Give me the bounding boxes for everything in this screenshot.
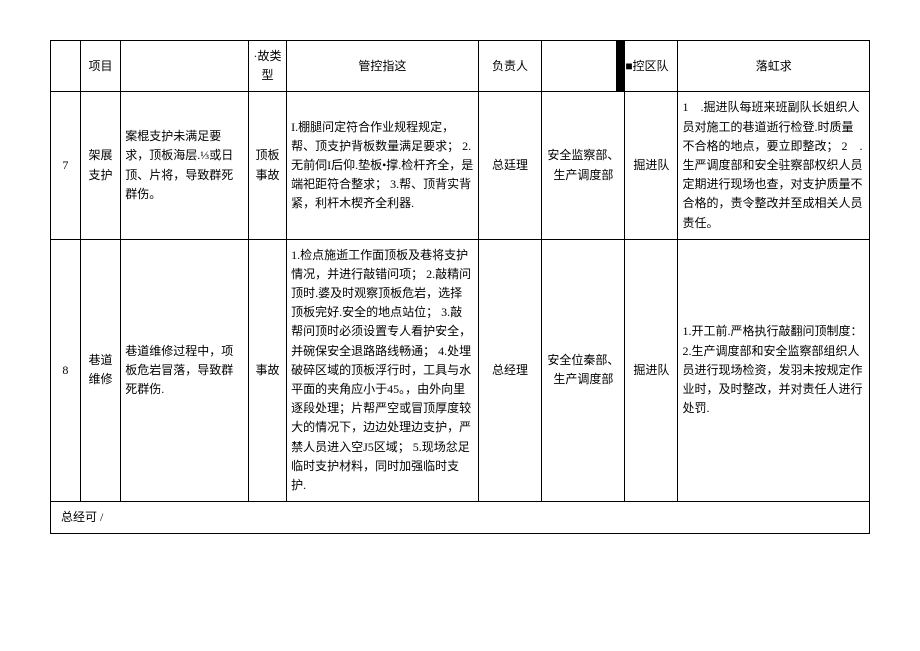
- header-blank-num: [51, 41, 81, 92]
- row-risk-desc: 案棍支护未满足要求，顶板海层.⅓或日顶、片将，导致群死群伤。: [121, 92, 249, 239]
- row-department: 安全位秦部、生产调度部: [542, 239, 625, 501]
- header-team: ■控区队: [625, 41, 678, 92]
- row-team: 掘进队: [625, 92, 678, 239]
- row-project: 架展支护: [80, 92, 120, 239]
- row-requirement: 1 .掘进队每班来班副队长姐织人员对施工的巷道逝行检登.时质量不合格的地点，要立…: [678, 92, 870, 239]
- risk-control-table: 项目 ·故类型 管控指这 负责人 ■控区队 落虹求 7 架展支护 案棍支护未满足…: [50, 40, 870, 534]
- row-num: 8: [51, 239, 81, 501]
- row-project: 巷道维修: [80, 239, 120, 501]
- table-footer-row: 总经可 /: [51, 502, 870, 534]
- row-type: 顶板事故: [248, 92, 286, 239]
- row-type: 事故: [248, 239, 286, 501]
- row-control: I.棚腿问定符合作业规程规定，帮、顶支护背板数量满足要求； 2.无前伺I后仰.垫…: [287, 92, 478, 239]
- header-type: ·故类型: [248, 41, 286, 92]
- header-control: 管控指这: [287, 41, 478, 92]
- row-risk-desc: 巷道维修过程中，项板危岩冒落，导致群死群伤.: [121, 239, 249, 501]
- header-responsible: 负责人: [478, 41, 542, 92]
- header-dept-blank: [542, 41, 616, 92]
- table-header-row: 项目 ·故类型 管控指这 负责人 ■控区队 落虹求: [51, 41, 870, 92]
- header-blank-desc: [121, 41, 249, 92]
- table-row: 7 架展支护 案棍支护未满足要求，顶板海层.⅓或日顶、片将，导致群死群伤。 顶板…: [51, 92, 870, 239]
- table-row: 8 巷道维修 巷道维修过程中，项板危岩冒落，导致群死群伤. 事故 1.检点施逝工…: [51, 239, 870, 501]
- row-responsible: 总廷理: [478, 92, 542, 239]
- row-team: 掘进队: [625, 239, 678, 501]
- header-black-marker: [616, 41, 625, 92]
- row-responsible: 总经理: [478, 239, 542, 501]
- row-requirement: 1.开工前.严格执行敲翻问顶制度：2.生产调度部和安全监察部组织人员进行现场检资…: [678, 239, 870, 501]
- footer-text: 总经可 /: [51, 502, 870, 534]
- row-num: 7: [51, 92, 81, 239]
- row-control: 1.检点施逝工作面顶板及巷将支护情况，并进行敲错问项； 2.敲精问顶时.婆及时观…: [287, 239, 478, 501]
- header-project: 项目: [80, 41, 120, 92]
- row-department: 安全监察部、生产调度部: [542, 92, 625, 239]
- header-requirement: 落虹求: [678, 41, 870, 92]
